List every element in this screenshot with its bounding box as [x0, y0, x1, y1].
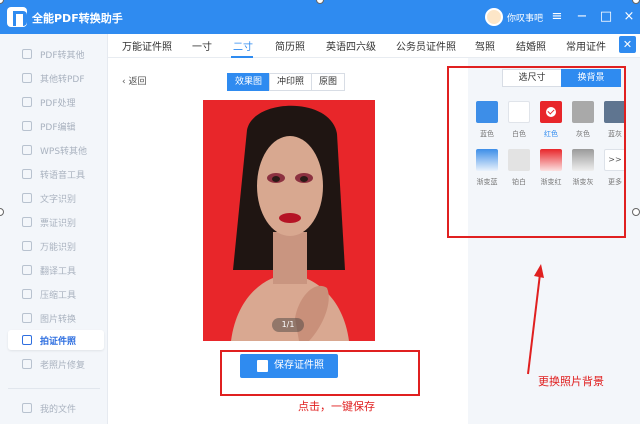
annotation-background-note: 更换照片背景 [538, 375, 604, 388]
pdf-process-icon [22, 97, 32, 107]
sidebar-item-label: 压缩工具 [40, 291, 77, 301]
tab-cet[interactable]: 英语四六级 [326, 38, 376, 53]
sidebar-item-voice[interactable]: 转语音工具 [8, 164, 104, 184]
sidebar-item-label: 票证识别 [40, 219, 77, 229]
annotation-save-note: 点击，一键保存 [298, 400, 375, 413]
back-label: 返回 [128, 77, 147, 87]
close-window-icon[interactable]: × [620, 8, 638, 26]
portrait-image [203, 100, 375, 341]
view-print-button[interactable]: 冲印照 [269, 73, 313, 91]
sidebar-item-label: PDF处理 [40, 99, 76, 109]
sidebar-item-scan[interactable]: 万能识别 [8, 236, 104, 256]
tab-driving-license[interactable]: 驾照 [475, 38, 495, 53]
sidebar-item-pdf-edit[interactable]: PDF编辑 [8, 116, 104, 136]
annotation-box-save [220, 350, 420, 396]
pdf-edit-icon [22, 121, 32, 131]
sidebar-item-pdf-to-other[interactable]: PDF转其他 [8, 44, 104, 64]
close-icon[interactable]: ✕ [619, 36, 636, 53]
app-window: 全能PDF转换助手 你叹事吧 ≡ − □ × PDF转其他 其他转PDF PDF… [0, 0, 640, 424]
resize-handle[interactable] [632, 208, 640, 216]
ticket-icon [22, 217, 32, 227]
to-pdf-icon [22, 73, 32, 83]
sidebar-item-id-photo[interactable]: 拍证件照 [8, 330, 104, 350]
tab-universal-id[interactable]: 万能证件照 [122, 38, 172, 53]
sidebar-item-label: 我的文件 [40, 405, 77, 415]
sidebar-item-wps[interactable]: WPS转其他 [8, 140, 104, 160]
sidebar-item-label: 文字识别 [40, 195, 77, 205]
id-photo-icon [22, 335, 32, 345]
sidebar-item-label: 图片转换 [40, 315, 77, 325]
annotation-arrow [527, 264, 544, 375]
sidebar-item-label: WPS转其他 [40, 147, 88, 157]
translate-icon [22, 265, 32, 275]
pdf-convert-icon [22, 49, 32, 59]
id-photo-preview [203, 100, 375, 341]
sidebar-item-label: PDF编辑 [40, 123, 76, 133]
sidebar-item-ocr[interactable]: 文字识别 [8, 188, 104, 208]
restore-icon [22, 359, 32, 369]
voice-icon [22, 169, 32, 179]
ocr-icon [22, 193, 32, 203]
sidebar-item-label: 万能识别 [40, 243, 77, 253]
app-logo-icon [7, 7, 27, 27]
sidebar-item-my-files[interactable]: 我的文件 [8, 398, 104, 418]
scan-icon [22, 241, 32, 251]
folder-icon [22, 403, 32, 413]
wps-icon [22, 145, 32, 155]
tab-wedding[interactable]: 结婚照 [516, 38, 546, 53]
sidebar-item-label: 其他转PDF [40, 75, 85, 85]
sidebar-item-label: PDF转其他 [40, 51, 85, 61]
sidebar-divider [8, 388, 100, 389]
back-link[interactable]: ‹ 返回 [122, 74, 146, 87]
active-tab-indicator [231, 56, 253, 58]
maximize-icon[interactable]: □ [597, 8, 615, 26]
view-original-button[interactable]: 原图 [311, 73, 346, 91]
tab-civil-servant[interactable]: 公务员证件照 [396, 38, 456, 53]
annotation-box-background [447, 66, 626, 238]
compress-icon [22, 289, 32, 299]
image-icon [22, 313, 32, 323]
sidebar-item-label: 转语音工具 [40, 171, 86, 181]
tab-resume[interactable]: 简历照 [275, 38, 305, 53]
sidebar-item-label: 拍证件照 [40, 337, 77, 347]
sidebar-item-ticket[interactable]: 票证识别 [8, 212, 104, 232]
menu-icon[interactable]: ≡ [548, 8, 566, 26]
view-effect-button[interactable]: 效果图 [227, 73, 271, 91]
sidebar-item-image-convert[interactable]: 图片转换 [8, 308, 104, 328]
sidebar-item-pdf-process[interactable]: PDF处理 [8, 92, 104, 112]
sidebar-item-other-to-pdf[interactable]: 其他转PDF [8, 68, 104, 88]
sidebar-item-compress[interactable]: 压缩工具 [8, 284, 104, 304]
page-indicator: 1/1 [272, 318, 304, 332]
minimize-icon[interactable]: − [573, 8, 591, 26]
sidebar-item-photo-restore[interactable]: 老照片修复 [8, 354, 104, 374]
sidebar-item-translate[interactable]: 翻译工具 [8, 260, 104, 280]
title-bar: 全能PDF转换助手 你叹事吧 ≡ − □ × [0, 0, 640, 34]
app-title: 全能PDF转换助手 [32, 12, 123, 25]
tab-one-inch[interactable]: 一寸 [192, 38, 212, 53]
username[interactable]: 你叹事吧 [507, 11, 543, 24]
sidebar-item-label: 翻译工具 [40, 267, 77, 277]
tab-two-inch[interactable]: 二寸 [233, 38, 253, 53]
tab-common-id[interactable]: 常用证件 [566, 38, 616, 53]
view-mode-switch: 效果图 冲印照 原图 [227, 73, 346, 91]
avatar[interactable] [485, 8, 503, 26]
sidebar-item-label: 老照片修复 [40, 361, 86, 371]
